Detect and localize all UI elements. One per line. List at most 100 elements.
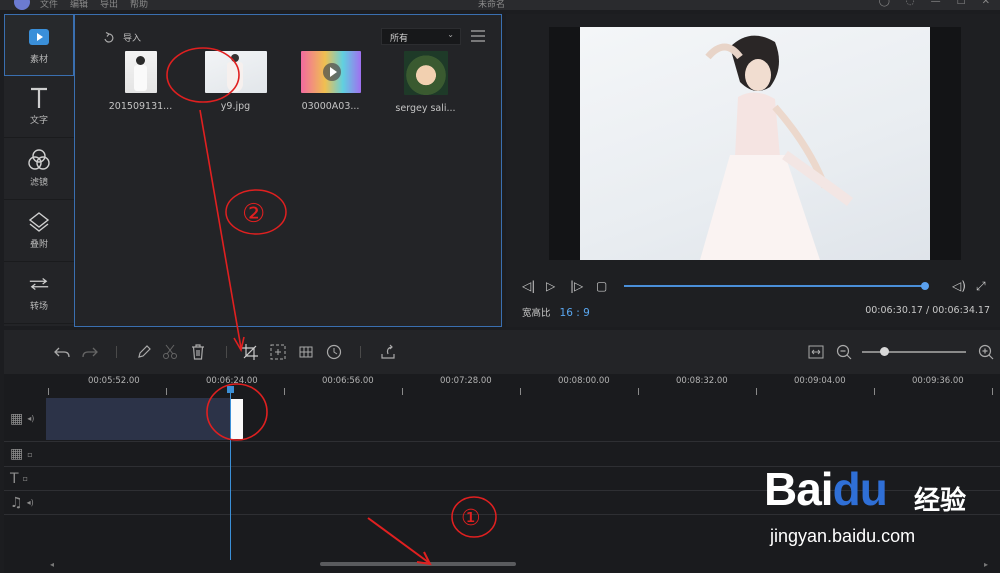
title-bar: 文件 编辑 导出 帮助 未命名 ◯ ◌ — ☐ ✕ [0,0,1000,10]
media-item[interactable]: sergey sali... [378,51,473,114]
menu-bar: 文件 编辑 导出 帮助 [40,0,148,10]
zoom-slider[interactable] [862,351,966,353]
fullscreen-icon[interactable]: ⤢ [976,279,986,293]
media-item[interactable]: 03000A03... [283,51,378,114]
filter-icon [28,149,50,171]
media-item-name: sergey sali... [395,103,456,114]
ruler-tick [638,388,639,395]
sidebar-item-text[interactable]: 文字 [4,76,74,138]
scroll-right-icon[interactable]: ▸ [984,560,988,569]
media-item-name: 03000A03... [301,101,360,112]
chevron-down-icon: ⌄ [447,30,454,39]
ruler-tick [520,388,521,395]
menu-file[interactable]: 文件 [40,0,58,10]
speaker-icon[interactable]: ◂) [27,498,34,507]
volume-icon[interactable]: ◁) [952,279,966,293]
progress-handle[interactable] [921,282,929,290]
feedback-icon[interactable]: ◌ [906,0,915,7]
media-thumbnail [403,51,448,95]
mosaic-icon[interactable] [298,344,314,360]
playback-progress-bar[interactable] [624,282,929,290]
previous-frame-icon[interactable]: ◁| [522,279,535,293]
playback-controls: ◁| ▷ |▷ ▢ ◁) ⤢ [522,279,992,293]
export-share-icon[interactable] [380,344,396,360]
overlay-icon [28,211,50,233]
media-thumbnail [204,51,267,93]
video-track[interactable]: ▦ ◂) [4,396,1000,442]
zoom-slider-handle[interactable] [880,347,889,356]
media-item[interactable]: 201509131... [93,51,188,114]
redo-icon[interactable] [82,344,98,360]
speaker-icon[interactable]: ◂) [27,414,34,423]
sidebar-item-label: 转场 [29,302,48,312]
edit-toolbar [4,330,1000,374]
user-icon[interactable]: ◯ [879,0,890,7]
video-player[interactable] [549,27,961,260]
media-icon [28,26,50,48]
ruler-tick [284,388,285,395]
video-clip[interactable] [46,398,232,440]
timeline-scrollbar[interactable] [320,562,516,566]
scroll-left-icon[interactable]: ◂ [50,560,54,569]
media-item-name: 201509131... [108,101,173,112]
window-controls: ◯ ◌ — ☐ ✕ [879,0,990,7]
track-header: ▦ ◂) [10,396,46,441]
sidebar-item-filter[interactable]: 滤镜 [4,138,74,200]
baidu-logo: Baidu [764,462,888,516]
media-library-panel: 导入 所有 ⌄ 201509131... y9.jpg 03000A03... … [74,14,502,327]
menu-help[interactable]: 帮助 [130,0,148,10]
minimize-icon[interactable]: — [931,0,941,7]
crop-icon[interactable] [242,344,258,360]
ruler-tick [402,388,403,395]
stop-icon[interactable]: ▢ [596,279,607,293]
list-view-icon[interactable] [471,30,485,42]
ruler-label: 00:08:32.00 [676,376,728,386]
edit-pencil-icon[interactable] [136,344,152,360]
sidebar-item-label: 叠附 [29,240,48,250]
sidebar: 素材 文字 滤镜 叠附 转场 [4,14,74,326]
duration-clock-icon[interactable] [326,344,342,360]
media-filter-select[interactable]: 所有 ⌄ [381,28,461,45]
watermark-logo-text-b: du [832,463,888,515]
sidebar-item-label: 滤镜 [29,178,48,188]
next-frame-icon[interactable]: |▷ [570,279,583,293]
menu-edit[interactable]: 编辑 [70,0,88,10]
timeline-ruler[interactable]: 00:05:52.00 00:06:24.00 00:06:56.00 00:0… [4,374,1000,396]
transition-icon [28,273,50,295]
watermark-cn-text: 经验 [914,486,967,516]
window-title: 未命名 [478,0,506,10]
zoom-in-icon[interactable] [978,344,994,360]
film-icon: ▦ [10,410,24,427]
media-thumbnail [124,51,157,93]
undo-icon[interactable] [54,344,70,360]
lock-icon[interactable]: ▫ [27,450,32,459]
sidebar-item-overlay[interactable]: 叠附 [4,200,74,262]
timecode-readout: 00:06:30.17 / 00:06:34.17 [865,305,990,316]
media-grid: 201509131... y9.jpg 03000A03... sergey s… [93,51,473,114]
menu-export[interactable]: 导出 [100,0,118,10]
image-clip[interactable] [230,398,244,440]
fit-timeline-icon[interactable] [808,344,824,360]
sidebar-item-transition[interactable]: 转场 [4,262,74,324]
cut-icon[interactable] [162,344,178,360]
playhead-line[interactable] [230,388,231,560]
text-icon: T [10,470,19,487]
media-item-name: y9.jpg [220,101,251,112]
aspect-ratio-value: 16 : 9 [559,307,590,319]
import-label: 导入 [123,34,142,44]
lock-icon[interactable]: ▫ [23,474,28,483]
maximize-icon[interactable]: ☐ [957,0,966,7]
media-item[interactable]: y9.jpg [188,51,283,114]
preview-frame-image [580,27,930,260]
zoom-out-icon[interactable] [836,344,852,360]
close-icon[interactable]: ✕ [982,0,990,7]
zoom-clip-icon[interactable] [270,344,286,360]
ruler-label: 00:06:56.00 [322,376,374,386]
delete-icon[interactable] [190,344,206,360]
watermark-logo-text-a: Bai [764,463,834,515]
play-icon[interactable]: ▷ [546,279,555,293]
aspect-ratio[interactable]: 宽高比 16 : 9 [522,305,590,319]
app-logo-icon [14,0,30,10]
sidebar-item-media[interactable]: 素材 [4,14,74,76]
import-button[interactable]: 导入 [103,31,141,44]
